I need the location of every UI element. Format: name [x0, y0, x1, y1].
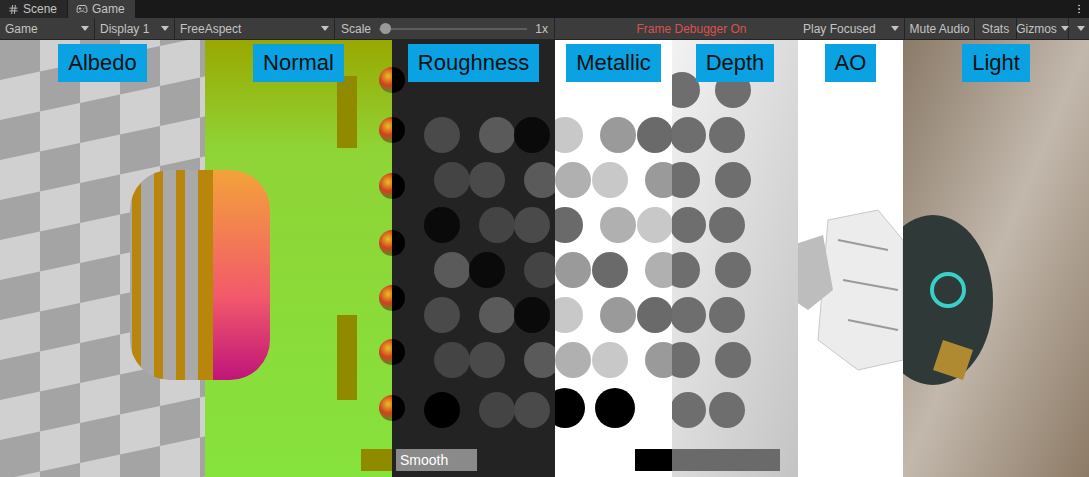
gamepad-icon — [76, 3, 88, 15]
gbuffer-panel: Roughness Smooth — [392, 40, 555, 477]
panel-label: AO — [825, 44, 877, 82]
panel-label: Albedo — [58, 44, 147, 82]
more-menu[interactable] — [1069, 0, 1089, 18]
editor-tab[interactable]: Scene — [0, 0, 68, 18]
smooth-button[interactable]: Smooth — [396, 449, 477, 471]
panel-label: Depth — [696, 44, 775, 82]
gbuffer-panel: Depth — [672, 40, 798, 477]
albedo-render — [0, 40, 205, 477]
depth-render — [672, 40, 798, 477]
metallic-render — [555, 40, 672, 477]
gbuffer-panel: Normal — [205, 40, 392, 477]
dropdown-arrow-icon — [81, 26, 89, 31]
kebab-icon — [1073, 3, 1085, 15]
view-dropdown[interactable]: Game — [0, 18, 95, 39]
dropdown-arrow-icon — [321, 26, 329, 31]
aspect-dropdown[interactable]: FreeAspect — [175, 18, 335, 39]
scale-track[interactable] — [379, 28, 527, 30]
normal-render — [205, 40, 392, 477]
panel-label: Normal — [253, 44, 344, 82]
ao-render — [798, 40, 903, 477]
panel-label: Roughness — [408, 44, 539, 82]
gbuffer-panel: AO — [798, 40, 903, 477]
display-dropdown[interactable]: Display 1 — [95, 18, 175, 39]
game-toolbar: GameDisplay 1FreeAspectScale1xFrame Debu… — [0, 18, 1089, 40]
gbuffer-panel: Metallic — [555, 40, 672, 477]
gbuffer-panel: Albedo — [0, 40, 205, 477]
panel-label: Metallic — [566, 44, 661, 82]
scale-knob[interactable] — [380, 23, 391, 34]
roughness-render — [392, 40, 555, 477]
scale-slider: Scale1x — [335, 18, 555, 39]
toolbar-toggle[interactable]: Mute Audio — [905, 18, 975, 39]
frame-debugger-status: Frame Debugger On — [555, 18, 798, 39]
dropdown-arrow-icon — [161, 26, 169, 31]
toolbar-toggle[interactable]: Stats — [975, 18, 1017, 39]
editor-tab[interactable]: Game — [68, 0, 136, 18]
light-render — [903, 40, 1089, 477]
dropdown-arrow-icon — [891, 26, 899, 31]
play-mode-dropdown[interactable]: Play Focused — [798, 18, 905, 39]
unity-editor: SceneGameGameDisplay 1FreeAspectScale1xF… — [0, 0, 1089, 477]
game-view: Albedo Normal Roughness Smooth Metallic Depth… — [0, 40, 1089, 477]
dropdown-arrow-icon — [1061, 26, 1069, 31]
grid-icon — [8, 4, 19, 15]
dropdown-arrow-icon — [1077, 26, 1085, 31]
editor-tab-strip: SceneGame — [0, 0, 1089, 18]
gbuffer-panel: Light — [903, 40, 1089, 477]
panel-label: Light — [962, 44, 1030, 82]
gizmos-menu[interactable] — [1069, 18, 1089, 39]
toolbar-toggle[interactable]: Gizmos — [1017, 18, 1069, 39]
